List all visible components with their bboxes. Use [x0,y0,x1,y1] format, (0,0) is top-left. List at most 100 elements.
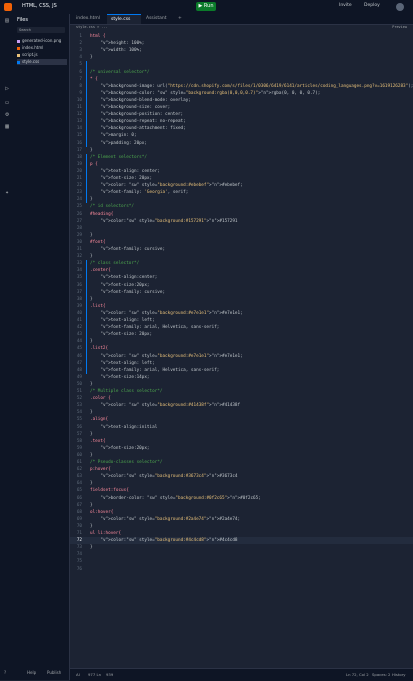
code-line[interactable]: 57} [70,431,413,438]
code-line[interactable]: 52 .color { [70,395,413,402]
tab-index-html[interactable]: index.html [72,14,106,24]
run-button[interactable]: ▶ Run [196,2,216,11]
monitor-icon[interactable]: ▭ [3,100,11,106]
code-line[interactable]: 8 "v">background-image: url("https://cdn… [70,83,413,90]
code-line[interactable]: 17} [70,147,413,154]
tab-style-css[interactable]: style.css [107,14,141,24]
code-line[interactable]: 60} [70,452,413,459]
publish-button[interactable]: Publish [47,670,61,675]
code-line[interactable]: 43 "v">font-size: 20px; [70,331,413,338]
code-line[interactable]: 36 "v">font-size:20px; [70,282,413,289]
code-line[interactable]: 56 "v">text-align:initial [70,424,413,431]
code-line[interactable]: 40 "v">color: "sw" style="background:#e7… [70,310,413,317]
code-line[interactable]: 75 [70,558,413,565]
code-line[interactable]: 34 .center{ [70,267,413,274]
code-line[interactable]: 14 "v">background-attachment: fixed; [70,125,413,132]
code-line[interactable]: 23 "v">font-family: 'Georgia', serif; [70,189,413,196]
help-button[interactable]: Help [27,670,36,675]
code-line[interactable]: 49 "v">font-size:14px; [70,374,413,381]
code-line[interactable]: 21 "v">font-size: 20px; [70,175,413,182]
code-line[interactable]: 59 "v">font-size:20px; [70,445,413,452]
add-icon[interactable]: ✦ [3,190,11,196]
code-line[interactable]: 19 p { [70,161,413,168]
code-line[interactable]: 12 "v">background-position: center; [70,111,413,118]
code-line[interactable]: 47 "v">text-align: left; [70,360,413,367]
code-line[interactable]: 41 "v">text-align: left; [70,317,413,324]
code-line[interactable]: 7 * { [70,76,413,83]
grid-icon[interactable]: ▦ [3,124,11,130]
code-line[interactable]: 4} [70,54,413,61]
file-item[interactable]: generated-icon.png [17,38,67,44]
code-line[interactable]: 71 ul li:hover{ [70,530,413,537]
code-line[interactable]: 67} [70,502,413,509]
file-search-input[interactable]: Search [17,27,65,33]
code-line[interactable]: 27 "v">color:"sw" style="background:#157… [70,218,413,225]
code-line[interactable]: 6 /* universal selector*/ [70,69,413,76]
code-line[interactable]: 37 "v">font-family: cursive; [70,289,413,296]
code-line[interactable]: 68 ol:hover{ [70,509,413,516]
code-line[interactable]: 31 "v">font-family: cursive; [70,246,413,253]
code-line[interactable]: 66 "v">border-color: "sw" style="backgro… [70,495,413,502]
code-line[interactable]: 26 #heading{ [70,211,413,218]
code-line[interactable]: 42 "v">font-family: arial, Helvetica, sa… [70,324,413,331]
file-item-selected[interactable]: style.css [17,59,67,65]
code-line[interactable]: 30 #font{ [70,239,413,246]
app-title[interactable]: HTML, CSS, JS [22,3,57,9]
code-line[interactable]: 28 [70,225,413,232]
tab-assistant[interactable]: Assistant [142,14,174,24]
code-line[interactable]: 33 /* class selector*/ [70,260,413,267]
code-line[interactable]: 61 /* Pseudo-classes selector*/ [70,459,413,466]
avatar[interactable] [396,3,404,11]
code-line[interactable]: 5 [70,61,413,68]
new-tab-icon[interactable]: + [174,14,184,24]
settings-icon[interactable]: ⚙ [3,112,11,118]
code-line[interactable]: 16 "v">padding: 20px; [70,140,413,147]
code-line[interactable]: 22 "v">color: "sw" style="background:#eb… [70,182,413,189]
code-line[interactable]: 76 [70,566,413,573]
repl-icon[interactable] [4,3,12,11]
code-line[interactable]: 13 "v">background-repeat: no-repeat; [70,118,413,125]
code-line[interactable]: 53 "v">color: "sw" style="background:#41… [70,402,413,409]
history-button[interactable]: History [392,672,406,677]
files-icon[interactable]: ▤ [3,18,11,24]
file-item[interactable]: index.html [17,45,67,51]
code-line[interactable]: 3 "v">width: 100%; [70,47,413,54]
code-line[interactable]: 58 .text{ [70,438,413,445]
code-line[interactable]: 54} [70,409,413,416]
code-line[interactable]: 50} [70,381,413,388]
code-line[interactable]: 25 /* id selectors*/ [70,203,413,210]
help-icon[interactable]: ? [4,670,6,675]
code-line[interactable]: 2 "v">height: 100%; [70,40,413,47]
code-line[interactable]: 44} [70,338,413,345]
code-line[interactable]: 45 .list2{ [70,345,413,352]
code-line[interactable]: 24} [70,196,413,203]
code-line[interactable]: 74 [70,551,413,558]
code-line[interactable]: 64} [70,480,413,487]
code-line[interactable]: 38} [70,296,413,303]
code-line[interactable]: 10 "v">background-blend-mode: overlay; [70,97,413,104]
code-line[interactable]: 69 "v">color:"sw" style="background:#2a4… [70,516,413,523]
code-line[interactable]: 9 "v">background-color: "sw" style="back… [70,90,413,97]
code-line[interactable]: 11 "v">background-size: cover; [70,104,413,111]
deploy-button[interactable]: Deploy [364,3,380,8]
code-line[interactable]: 62 p:hover{ [70,466,413,473]
indent-setting[interactable]: Spaces: 2 [372,672,390,677]
code-line[interactable]: 48 "v">font-family: arial, Helvetica, sa… [70,367,413,374]
code-line[interactable]: 32} [70,253,413,260]
code-line[interactable]: 72 "v">color:"sw" style="background:#4c4… [70,537,413,545]
code-line[interactable]: 35 "v">text-align:center; [70,274,413,281]
code-line[interactable]: 70} [70,523,413,530]
breadcrumb[interactable]: style.css > ... [76,24,108,30]
invite-button[interactable]: Invite [339,3,352,8]
code-line[interactable]: 20 "v">text-align: center; [70,168,413,175]
debug-icon[interactable]: ▷ [3,86,11,92]
code-line[interactable]: 51 /* Multiple class selector*/ [70,388,413,395]
code-line[interactable]: 15 "v">margin: 0; [70,132,413,139]
code-line[interactable]: 18 /* Element selectors*/ [70,154,413,161]
code-line[interactable]: 1 html { [70,33,413,40]
code-line[interactable]: 39 .list{ [70,303,413,310]
code-line[interactable]: 65 fieldset:focus{ [70,487,413,494]
code-line[interactable]: 63 "v">color:"sw" style="background:#367… [70,473,413,480]
file-item[interactable]: script.js [17,52,67,58]
code-line[interactable]: 46 "v">color: "sw" style="background:#e7… [70,353,413,360]
